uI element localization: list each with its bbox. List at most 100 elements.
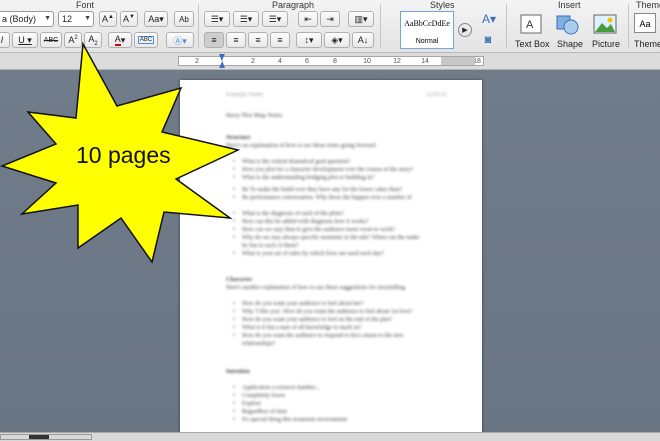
style-normal-tile[interactable]: AaBbCcDdEe Normal (400, 11, 454, 49)
view-switcher[interactable] (0, 434, 92, 440)
justify-button[interactable]: ≡ (270, 32, 290, 48)
indent-marker-icon[interactable] (219, 54, 225, 68)
section-heading: Character (226, 277, 253, 283)
shading-button[interactable]: ◈▾ (324, 32, 350, 48)
themes-group-label: Themes (636, 0, 660, 10)
line-spacing-icon: ↕▾ (304, 34, 314, 45)
numbering-button[interactable]: ☰▾ (233, 11, 259, 27)
align-left-button[interactable]: ≡ (204, 32, 224, 48)
list-item: Completely lower (233, 392, 285, 400)
badge-text: 10 pages (76, 142, 171, 168)
italic-icon: I (0, 35, 4, 45)
decrease-indent-button[interactable]: ⇤ (298, 11, 318, 27)
group-separator (380, 4, 381, 48)
group-separator (198, 4, 199, 48)
ruler-tick-label: 8 (333, 58, 337, 65)
line-spacing-button[interactable]: ↕▾ (296, 32, 322, 48)
list-item: Application a sciences kamber... (233, 384, 320, 392)
clear-formatting-button[interactable]: Ab (174, 11, 194, 27)
ruler-tick-label: 2 (251, 58, 255, 65)
style-name-label: Normal (415, 38, 439, 45)
columns-button[interactable]: ▥▾ (348, 11, 374, 27)
underline-icon: U ▾ (18, 34, 32, 45)
list-item: Regardless of time (233, 408, 287, 416)
bullet-list-icon: ☰▾ (210, 13, 224, 24)
ribbon: Font Paragraph Styles Insert Themes a (B… (0, 0, 660, 53)
shrink-font-button[interactable]: A▼ (120, 11, 138, 27)
style-preview-text: AaBbCcDdEe (404, 19, 450, 28)
ruler-tick-label: 2 (195, 58, 199, 65)
sort-button[interactable]: A↓ (352, 32, 374, 48)
font-size-select[interactable]: 12 ▼ (58, 11, 94, 27)
horizontal-ruler[interactable]: 2 2 4 6 8 10 12 14 16 18 (0, 53, 660, 70)
strikethrough-icon: ABC (43, 36, 59, 44)
styles-more-button[interactable]: ▶ (458, 23, 472, 37)
decrease-indent-icon: ⇤ (304, 13, 312, 24)
highlight-icon: ABC (137, 36, 155, 44)
font-size-value: 12 (62, 14, 73, 24)
list-item: Explore (233, 400, 261, 408)
shrink-font-icon: A▼ (123, 14, 135, 24)
section-intro: Here's another explanation of how to use… (226, 285, 407, 291)
style-set-button[interactable]: ◙ (480, 32, 496, 48)
list-item: What is your set of rules by which lives… (233, 250, 384, 258)
align-right-button[interactable]: ≡ (248, 32, 268, 48)
subscript-icon: A2 (88, 33, 98, 47)
multilevel-list-button[interactable]: ☰▾ (262, 11, 288, 27)
text-effects-button[interactable]: Ⓐ▾ (166, 32, 194, 48)
list-item: How do you want your audience to feel on… (233, 316, 392, 324)
ruler-tick-label: 12 (393, 58, 401, 65)
justify-icon: ≡ (277, 35, 283, 45)
list-item: What is the central dramatical goal ques… (233, 158, 350, 166)
list-item-continuation: be fun to each of them? (242, 243, 299, 249)
styles-group-label: Styles (430, 0, 455, 10)
svg-text:A: A (526, 19, 534, 31)
superscript-icon: A2 (68, 35, 78, 45)
strikethrough-button[interactable]: ABC (40, 32, 62, 48)
highlight-button[interactable]: ABC (134, 32, 158, 48)
subscript-button[interactable]: A2 (84, 32, 102, 48)
list-item: It's special thing this treatment enviro… (233, 416, 347, 424)
text-box-label: Text Box (515, 39, 550, 49)
align-left-icon: ≡ (211, 35, 217, 45)
shading-icon: ◈▾ (331, 34, 343, 45)
list-item: What is it hat a nam of all knowledge to… (233, 324, 362, 332)
document-page[interactable]: Example Name 12.03.21 Story Plot Map Not… (180, 80, 482, 440)
grow-font-button[interactable]: A▲ (99, 11, 117, 27)
bullets-button[interactable]: ☰▾ (204, 11, 230, 27)
styles-pane-button[interactable]: A▾ (478, 11, 500, 27)
document-title: Story Plot Map Notes (226, 112, 283, 119)
list-item: How do you want your audience to feel ab… (233, 300, 364, 308)
superscript-button[interactable]: A2 (64, 32, 82, 48)
align-right-icon: ≡ (255, 35, 261, 45)
italic-button[interactable]: I (0, 32, 10, 48)
text-box-icon: A (520, 14, 542, 34)
picture-label: Picture (592, 39, 621, 49)
clear-formatting-icon: Ab (179, 14, 189, 24)
list-item: Why do we stay always specific moments i… (233, 234, 419, 242)
themes-preview-icon: Aa (634, 13, 656, 33)
list-item: What is the understanding bridging plot … (233, 174, 374, 182)
list-item-continuation: relationships? (242, 341, 276, 347)
font-color-icon: A (114, 34, 121, 46)
section-heading: Intention (226, 369, 250, 375)
increase-indent-button[interactable]: ⇥ (320, 11, 340, 27)
columns-icon: ▥▾ (354, 13, 368, 24)
list-item: How can we stay then to give the audienc… (233, 226, 395, 234)
group-separator (628, 4, 629, 48)
change-case-icon: Aa▾ (148, 13, 164, 24)
section-heading: Structure (226, 135, 251, 141)
paragraph-group-label: Paragraph (272, 0, 315, 10)
list-item: How can this be added with diagnosis how… (233, 218, 369, 226)
shape-label: Shape (557, 39, 584, 49)
chevron-down-icon: ▼ (84, 15, 91, 22)
section-intro: Here's an explanation of how to see thes… (226, 143, 377, 149)
font-name-select[interactable]: a (Body) ▼ (0, 11, 54, 27)
underline-button[interactable]: U ▾ (12, 32, 38, 48)
font-color-button[interactable]: A ▾ (108, 32, 132, 48)
ruler-strip: 2 2 4 6 8 10 12 14 16 18 (178, 54, 484, 68)
increase-indent-icon: ⇥ (326, 13, 334, 24)
ruler-tick-label: 4 (278, 58, 282, 65)
align-center-button[interactable]: ≡ (226, 32, 246, 48)
change-case-button[interactable]: Aa▾ (144, 11, 168, 27)
